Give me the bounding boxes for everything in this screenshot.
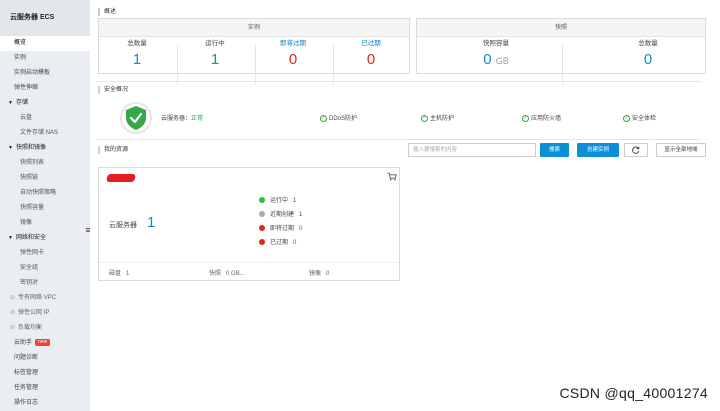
section-title-overview: 概述	[98, 8, 116, 16]
check-circle-icon: ✓	[421, 115, 428, 122]
snapshots-panel-header: 快照	[417, 19, 705, 37]
sidebar-group-storage[interactable]: ▼ 存储	[0, 96, 90, 111]
link-icon: ⊘	[10, 295, 16, 301]
security-check-inspection[interactable]: ✓ 安全体检	[623, 115, 656, 123]
sidebar-item-slb[interactable]: ⊘ 负载均衡	[0, 321, 90, 336]
ecs-resource-card[interactable]: 云服务器 1 运行中 1 近期创建 1 即将过期 0 已过期 0 磁盘 1 快照…	[98, 167, 400, 281]
refresh-button[interactable]	[624, 143, 648, 157]
sidebar-item-snapshot-capacity[interactable]: 快照容量	[0, 201, 90, 216]
status-dot-icon	[259, 239, 265, 246]
caret-down-icon: ▼	[8, 100, 13, 106]
footer-disks[interactable]: 磁盘 1	[109, 268, 129, 277]
status-dot-icon	[259, 197, 265, 204]
status-dot-icon	[259, 225, 265, 232]
instances-panel-header: 实例	[99, 19, 409, 37]
sidebar-item-disks[interactable]: 云盘	[0, 111, 90, 126]
sidebar: 云服务器 ECS 概览 实例 实例启动模板 弹性伸缩 ▼ 存储 云盘 文件存储 N…	[0, 0, 90, 411]
shield-check-icon	[120, 102, 152, 134]
sidebar-item-launch-templates[interactable]: 实例启动模板	[0, 66, 90, 81]
sidebar-item-key-pairs[interactable]: 密钥对	[0, 276, 90, 291]
divider	[96, 81, 702, 82]
server-security-status: 云服务器：正常	[161, 116, 204, 122]
sidebar-group-snapshots-images[interactable]: ▼ 快照和镜像	[0, 141, 90, 156]
sidebar-item-operation-logs[interactable]: 操作日志	[0, 396, 90, 411]
sidebar-item-nas[interactable]: 文件存储 NAS	[0, 126, 90, 141]
refresh-icon	[632, 146, 640, 154]
security-check-ddos[interactable]: ✓ DDoS防护	[320, 115, 357, 123]
cart-icon[interactable]	[387, 172, 397, 181]
sidebar-item-tags[interactable]: 标签管理	[0, 366, 90, 381]
stat-expiring[interactable]: 即将过期 0	[255, 39, 331, 70]
divider	[96, 139, 702, 140]
section-title-security: 安全概况	[98, 86, 128, 94]
status-recently-created[interactable]: 近期创建 1	[259, 210, 302, 220]
sidebar-item-autoscaling[interactable]: 弹性伸缩	[0, 81, 90, 96]
sidebar-title: 云服务器 ECS	[0, 0, 90, 36]
security-check-waf[interactable]: ✓ 应用防火墙	[522, 115, 561, 123]
sidebar-item-vpc[interactable]: ⊘ 专有网络 VPC	[0, 291, 90, 306]
resource-card-footer: 磁盘 1 快照 0 GB... 镜像 0	[99, 262, 399, 280]
section-title-resources: 我的资源	[98, 146, 128, 154]
footer-snapshots[interactable]: 快照 0 GB...	[209, 268, 245, 277]
sidebar-item-overview[interactable]: 概览	[0, 36, 90, 51]
stat-expired[interactable]: 已过期 0	[333, 39, 409, 70]
stat-snapshot-capacity: 快照容量 0 GB	[483, 40, 509, 68]
sidebar-item-diagnosis[interactable]: 问题诊断	[0, 351, 90, 366]
link-icon: ⊘	[10, 310, 16, 316]
new-badge: new	[35, 338, 51, 346]
footer-images[interactable]: 镜像 0	[309, 268, 329, 277]
status-dot-icon	[259, 211, 265, 218]
caret-down-icon: ▼	[8, 235, 13, 241]
csdn-watermark: CSDN @qq_40001274	[559, 385, 708, 401]
sidebar-item-auto-snapshot-policy[interactable]: 自动快照策略	[0, 186, 90, 201]
sidebar-item-images[interactable]: 镜像	[0, 216, 90, 231]
ecs-console: 云服务器 ECS 概览 实例 实例启动模板 弹性伸缩 ▼ 存储 云盘 文件存储 N…	[0, 0, 720, 411]
server-count[interactable]: 1	[147, 214, 155, 231]
status-expiring[interactable]: 即将过期 0	[259, 224, 302, 234]
sidebar-item-snapshot-chain[interactable]: 快照链	[0, 171, 90, 186]
sidebar-item-cloud-assistant[interactable]: 云助手 new	[0, 336, 90, 351]
create-instance-button[interactable]: 创建实例	[577, 143, 619, 157]
sidebar-item-eip[interactable]: ⊘ 弹性公网 IP	[0, 306, 90, 321]
status-expired[interactable]: 已过期 0	[259, 238, 296, 248]
snapshots-panel: 快照 快照容量 0 GB 总数量 0	[416, 18, 706, 85]
status-running[interactable]: 运行中 1	[259, 196, 296, 206]
redacted-region-label	[106, 174, 136, 182]
check-circle-icon: ✓	[522, 115, 529, 122]
stat-running[interactable]: 运行中 1	[177, 39, 253, 70]
sidebar-item-snapshot-list[interactable]: 快照列表	[0, 156, 90, 171]
stat-total[interactable]: 总数量 1	[99, 39, 175, 70]
main-content: 概述 实例 总数量 1 运行中 1 即将过期 0 已过期 0 快照 快照容量 0…	[90, 0, 720, 411]
security-check-host[interactable]: ✓ 主机防护	[421, 115, 454, 123]
server-label: 云服务器	[109, 222, 137, 229]
sidebar-group-network-security[interactable]: ▼ 网络和安全	[0, 231, 90, 246]
caret-down-icon: ▼	[8, 145, 13, 151]
show-all-regions-button[interactable]: 显示全部地域	[656, 143, 706, 157]
instances-panel: 实例 总数量 1 运行中 1 即将过期 0 已过期 0	[98, 18, 410, 85]
stat-snapshot-total: 总数量 0	[638, 40, 658, 68]
sidebar-item-eni[interactable]: 弹性网卡	[0, 246, 90, 261]
sidebar-item-tasks[interactable]: 任务管理	[0, 381, 90, 396]
check-circle-icon: ✓	[623, 115, 630, 122]
check-circle-icon: ✓	[320, 115, 327, 122]
link-icon: ⊘	[10, 325, 16, 331]
sidebar-item-instances[interactable]: 实例	[0, 51, 90, 66]
divider	[562, 45, 563, 85]
sidebar-item-security-groups[interactable]: 安全组	[0, 261, 90, 276]
resource-search-input[interactable]: 输入要搜索的内容	[408, 143, 536, 157]
search-button[interactable]: 搜索	[540, 143, 569, 157]
